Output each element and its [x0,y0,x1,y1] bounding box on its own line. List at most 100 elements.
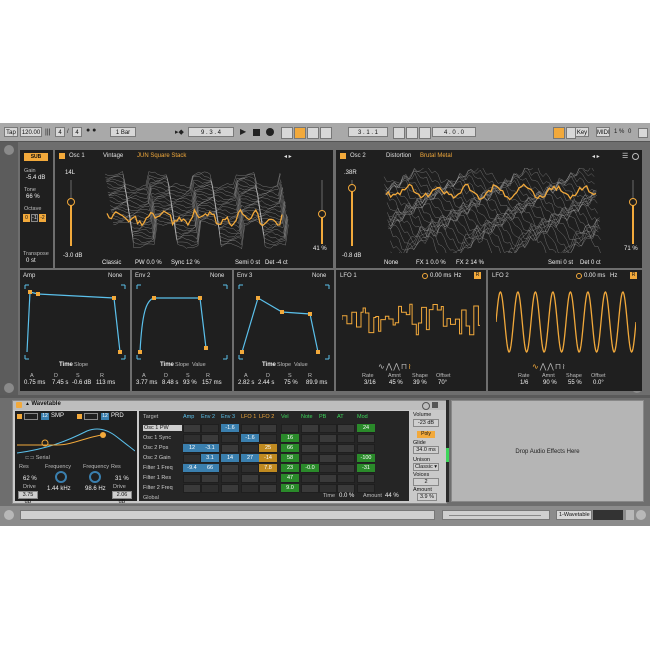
osc1-semi[interactable]: Semi 0 st [235,260,260,266]
glide-value[interactable]: 34.0 ms [413,446,439,454]
punch-out-icon[interactable] [419,127,431,139]
lfo2-retrigger-icon[interactable]: R [630,272,637,279]
amp-env-tab-slope[interactable]: Slope [74,362,88,368]
matrix-slot[interactable] [357,474,375,483]
matrix-slot[interactable] [241,464,259,473]
osc2-mix-value[interactable]: 71 % [624,246,638,252]
env2-release[interactable]: 157 ms [202,380,222,386]
matrix-slot[interactable] [319,424,337,433]
matrix-slot[interactable] [337,464,355,473]
osc1-wavetable-display[interactable] [99,168,294,253]
osc1-sync[interactable]: Sync 12 % [171,260,200,266]
arrangement-position-icon[interactable]: ▸◆ [175,128,184,136]
osc2-detune[interactable]: Det 0 ct [580,260,601,266]
matrix-cell[interactable]: 16 [281,434,299,442]
midi-map-button[interactable]: MIDI [596,127,610,137]
env2-attack[interactable]: 3.77 ms [136,380,157,386]
matrix-slot[interactable] [241,424,259,433]
env2-tab-slope[interactable]: Slope [175,362,189,368]
octave-option-minus2[interactable]: -2 [39,214,46,222]
lfo2-shape[interactable]: 55 % [568,380,582,386]
lfo2-waveform[interactable] [496,286,636,358]
matrix-slot[interactable] [337,484,355,493]
menu-icon[interactable]: ☰ [622,152,628,160]
osc2-level[interactable]: -0.8 dB [342,253,361,259]
osc1-category-select[interactable]: Vintage [103,153,123,159]
osc2-option-icon[interactable] [632,153,639,160]
amp-env-sustain[interactable]: -0.6 dB [72,380,91,386]
device-on-icon[interactable] [16,402,22,408]
filter2-shape-icon[interactable] [84,413,98,420]
device-chain-overview[interactable] [593,510,623,520]
filter2-enable-toggle[interactable] [77,414,82,419]
lfo2-offset[interactable]: 0.0° [593,380,604,386]
matrix-slot[interactable] [337,444,355,453]
matrix-cell[interactable]: 14 [221,454,239,462]
matrix-cell[interactable]: -0.0 [301,464,319,472]
status-left-icon[interactable] [4,510,14,520]
freq1-value[interactable]: 1.44 kHz [47,486,71,492]
matrix-slot[interactable] [319,444,337,453]
env3-graph[interactable] [238,284,330,360]
amp-env-release[interactable]: 113 ms [96,380,115,386]
matrix-cell[interactable]: 66 [201,464,219,472]
osc1-mix-value[interactable]: 41 % [313,246,327,252]
env3-tab-time[interactable]: Time [262,362,276,368]
env2-sustain[interactable]: 93 % [183,380,197,386]
matrix-slot[interactable] [221,484,239,493]
matrix-slot[interactable] [259,434,277,443]
lfo2-amount[interactable]: 90 % [543,380,557,386]
matrix-slot[interactable] [301,474,319,483]
loop-toggle-icon[interactable] [393,127,405,139]
env3-tab-slope[interactable]: Slope [277,362,291,368]
matrix-row-osc-1-sync[interactable]: Osc 1 Sync [143,435,171,441]
panel-toggle-icon[interactable] [4,383,14,393]
lfo1-rate[interactable]: 3/16 [364,380,376,386]
lfo1-retrigger-icon[interactable]: R [474,272,481,279]
filter1-type[interactable]: SMP [51,413,64,419]
matrix-slot[interactable] [201,484,219,493]
lfo2-time[interactable]: 0.00 ms [584,273,605,279]
status-right-icon-2[interactable] [636,510,646,520]
follow-icon[interactable]: ● ● [86,127,106,137]
device-hotswap-icon[interactable] [422,402,430,410]
drive2-value[interactable]: 2.06 dB [112,491,132,505]
matrix-slot[interactable] [201,434,219,443]
punch-in-icon[interactable] [406,127,418,139]
lfo2-hz-toggle[interactable]: Hz [610,273,617,279]
osc1-pw[interactable]: PW 0.0 % [135,260,162,266]
env3-decay[interactable]: 2.44 s [258,380,274,386]
filter1-enable-toggle[interactable] [17,414,22,419]
matrix-slot[interactable] [241,474,259,483]
loop-length-field[interactable]: 4 . 0 . 0 [432,127,476,137]
freq2-knob[interactable] [89,471,101,483]
matrix-amount-value[interactable]: 44 % [385,493,399,499]
osc2-fx1[interactable]: FX 1 0.0 % [416,260,446,266]
matrix-slot[interactable] [319,454,337,463]
env3-release[interactable]: 89.9 ms [306,380,327,386]
matrix-slot[interactable] [301,424,319,433]
browser-toggle-icon[interactable] [4,145,14,155]
matrix-slot[interactable] [201,474,219,483]
session-record-icon[interactable] [307,127,319,139]
amp-env-graph[interactable] [24,284,126,360]
amp-env-mode-select[interactable]: None [108,273,122,279]
env2-tab-time[interactable]: Time [160,362,174,368]
matrix-slot[interactable] [301,434,319,443]
matrix-slot[interactable] [337,474,355,483]
matrix-slot[interactable] [183,454,201,463]
matrix-cell[interactable]: -1.6 [241,434,259,442]
matrix-slot[interactable] [301,454,319,463]
lfo1-offset[interactable]: 70° [438,380,447,386]
sub-badge[interactable]: SUB [24,153,48,161]
osc2-wavetable-select[interactable]: Brutal Metal [420,153,452,159]
osc1-detune[interactable]: Det -4 ct [265,260,288,266]
lfo1-amount[interactable]: 45 % [389,380,403,386]
matrix-slot[interactable] [319,474,337,483]
metronome-bars-icon[interactable]: ||| [45,129,50,136]
osc2-fx2[interactable]: FX 2 14 % [456,260,484,266]
osc2-semi[interactable]: Semi 0 st [548,260,573,266]
audio-effects-drop-zone[interactable]: Drop Audio Effects Here [451,400,644,502]
matrix-row-filter-1-res[interactable]: Filter 1 Res [143,475,171,481]
drive1-value[interactable]: 3.75 dB [18,491,38,505]
